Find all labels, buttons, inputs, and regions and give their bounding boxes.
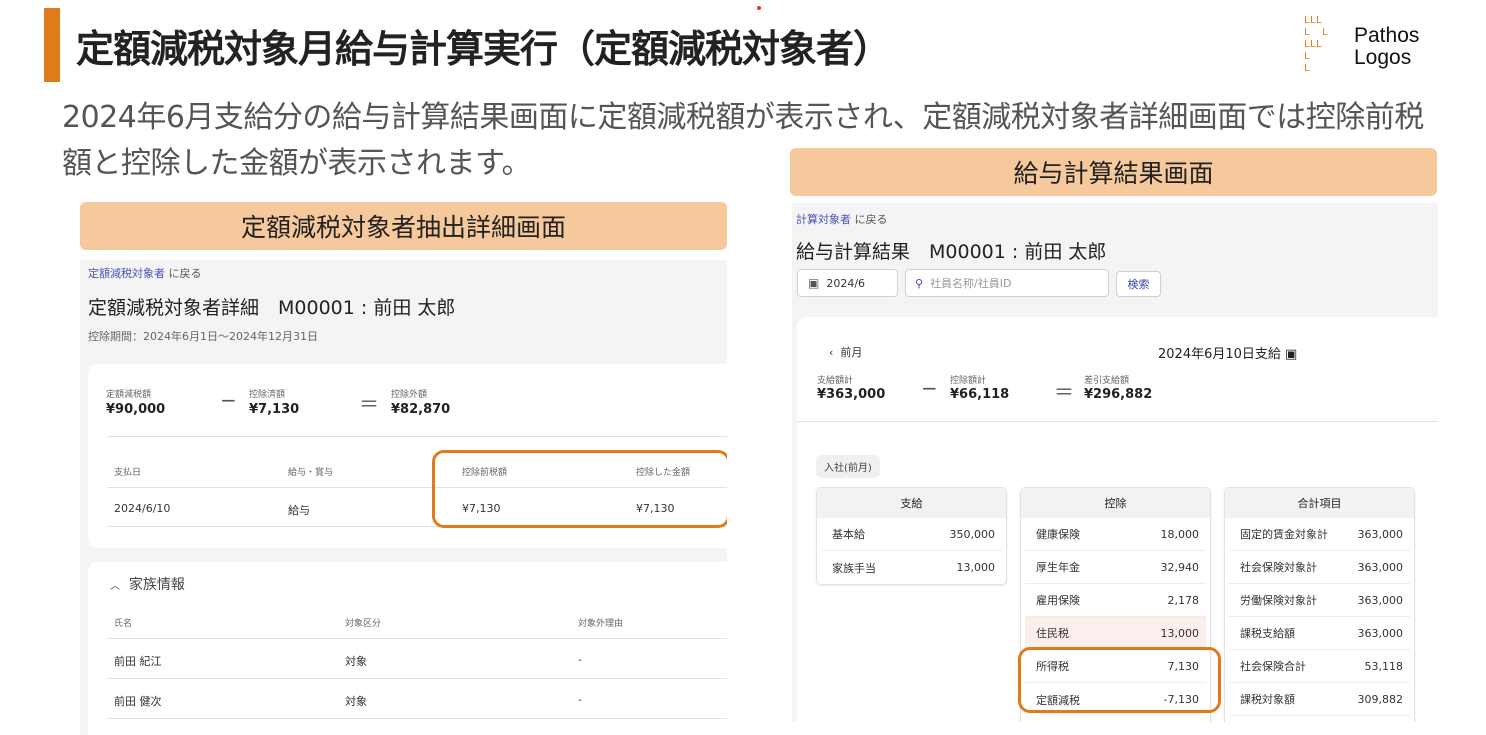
label-payroll-result-screen: 給与計算結果画面 [790, 148, 1437, 196]
calendar-icon: ▣ [1285, 347, 1298, 362]
minus-operator: − [220, 388, 237, 412]
table-cell: 前田 健次 [114, 695, 162, 708]
table-cell: - [578, 693, 582, 706]
totals-table: 合計項目 固定的賃金対象計 363,000 社会保険対象計 363,000 労働保険… [1224, 487, 1415, 722]
logo-line1: Pathos [1354, 24, 1420, 47]
prev-month-button[interactable]: ‹ 前月 [829, 344, 862, 360]
table-row: 課税支給額 363,000 [1229, 617, 1410, 650]
summary-value: ¥66,118 [950, 387, 1010, 402]
title-accent-bar [44, 8, 60, 82]
table-row: 雇用保険 2,178 [1025, 584, 1206, 617]
equals-operator: ＝ [1054, 380, 1074, 404]
summary-label: 控除額計 [950, 376, 987, 386]
table-cell: 給与 [288, 504, 310, 517]
table-title: 控除 [1021, 488, 1210, 518]
table-row: 社会保険対象計 363,000 [1229, 551, 1410, 584]
payment-table: 支給 基本給 350,000 家族手当 13,000 [816, 487, 1007, 585]
summary-label: 差引支給額 [1084, 376, 1130, 386]
table-row: 社会保険合計 53,118 [1229, 650, 1410, 683]
table-row: 基本給 350,000 [821, 518, 1002, 551]
column-header: 対象区分 [345, 619, 382, 629]
pathos-logos-logo: LLL L L LLL L L Pathos Logos [1304, 15, 1444, 77]
calendar-icon: ▣ [808, 276, 820, 290]
table-title: 合計項目 [1225, 488, 1414, 518]
column-header: 支払日 [114, 468, 142, 478]
chevron-up-icon: ︿ [110, 581, 120, 592]
table-row: 課税対象額 309,882 [1229, 683, 1410, 716]
column-header: 給与・賞与 [288, 468, 334, 478]
page-title: 給与計算結果 M00001 : 前田 太郎 [796, 241, 1107, 263]
table-row: 労働保険対象計 363,000 [1229, 584, 1410, 617]
payroll-result-screen: 計算対象者 に戻る 給与計算結果 M00001 : 前田 太郎 ▣ 2024/6… [792, 203, 1438, 722]
pay-date[interactable]: 2024年6月10日支給 ▣ [1158, 343, 1297, 362]
summary-value: ¥82,870 [391, 402, 451, 417]
summary-label: 支給額計 [817, 376, 854, 386]
family-info-card: ︿ 家族情報 氏名 対象区分 対象外理由 前田 紀江 対象 - 前田 健次 対象… [88, 562, 727, 735]
equals-operator: ＝ [359, 392, 379, 416]
table-cell: 前田 紀江 [114, 655, 162, 668]
label-tax-reduction-detail-screen: 定額減税対象者抽出詳細画面 [80, 202, 727, 250]
employee-search-input[interactable]: ⚲ 社員名称/社員ID [905, 269, 1109, 297]
month-picker[interactable]: ▣ 2024/6 [797, 269, 898, 297]
summary-value: ¥7,130 [249, 402, 300, 417]
tax-reduction-detail-screen: 定額減税対象者 に戻る 定額減税対象者詳細 M00001 : 前田 太郎 控除期… [80, 260, 727, 735]
summary-label: 控除外額 [391, 390, 428, 400]
summary-label: 控除済額 [249, 390, 286, 400]
column-header: 氏名 [114, 619, 133, 629]
table-title: 支給 [817, 488, 1006, 518]
table-cell: - [578, 653, 582, 666]
summary-value: ¥296,882 [1084, 387, 1153, 402]
red-dot [757, 6, 761, 10]
page-title: 定額減税対象者詳細 M00001 : 前田 太郎 [88, 297, 456, 319]
table-row: 固定的賃金対象計 363,000 [1229, 518, 1410, 551]
summary-label: 定額減税額 [106, 390, 152, 400]
back-link[interactable]: 定額減税対象者 に戻る [88, 265, 202, 281]
family-section-toggle[interactable]: ︿ 家族情報 [110, 574, 185, 594]
table-cell: 2024/6/10 [114, 502, 171, 515]
table-cell: 対象 [345, 695, 367, 708]
highlight-box [1018, 647, 1221, 713]
table-row: 家族手当 13,000 [832, 561, 995, 575]
minus-operator: − [921, 376, 938, 400]
search-button[interactable]: 検索 [1116, 271, 1161, 297]
highlight-box [432, 450, 727, 528]
logo-line2: Logos [1354, 46, 1412, 69]
table-row: 住民税 13,000 [1025, 617, 1206, 650]
slide-title: 定額減税対象月給与計算実行（定額減税対象者） [76, 27, 891, 71]
deduction-period: 控除期間：2024年6月1日～2024年12月31日 [88, 330, 318, 343]
status-badge: 入社(前月) [816, 455, 880, 478]
back-link[interactable]: 計算対象者 に戻る [796, 211, 888, 227]
summary-value: ¥363,000 [817, 387, 886, 402]
column-header: 対象外理由 [578, 619, 624, 629]
chevron-left-icon: ‹ [829, 346, 834, 359]
table-row: 健康保険 18,000 [1025, 518, 1206, 551]
summary-value: ¥90,000 [106, 402, 166, 417]
table-row: 厚生年金 32,940 [1025, 551, 1206, 584]
table-cell: 対象 [345, 655, 367, 668]
payroll-card: ‹ 前月 2024年6月10日支給 ▣ 支給額計 ¥363,000 − 控除額計… [797, 317, 1438, 722]
logo-mark-icon: LLL L L LLL L L [1304, 15, 1329, 74]
search-icon: ⚲ [915, 276, 924, 290]
